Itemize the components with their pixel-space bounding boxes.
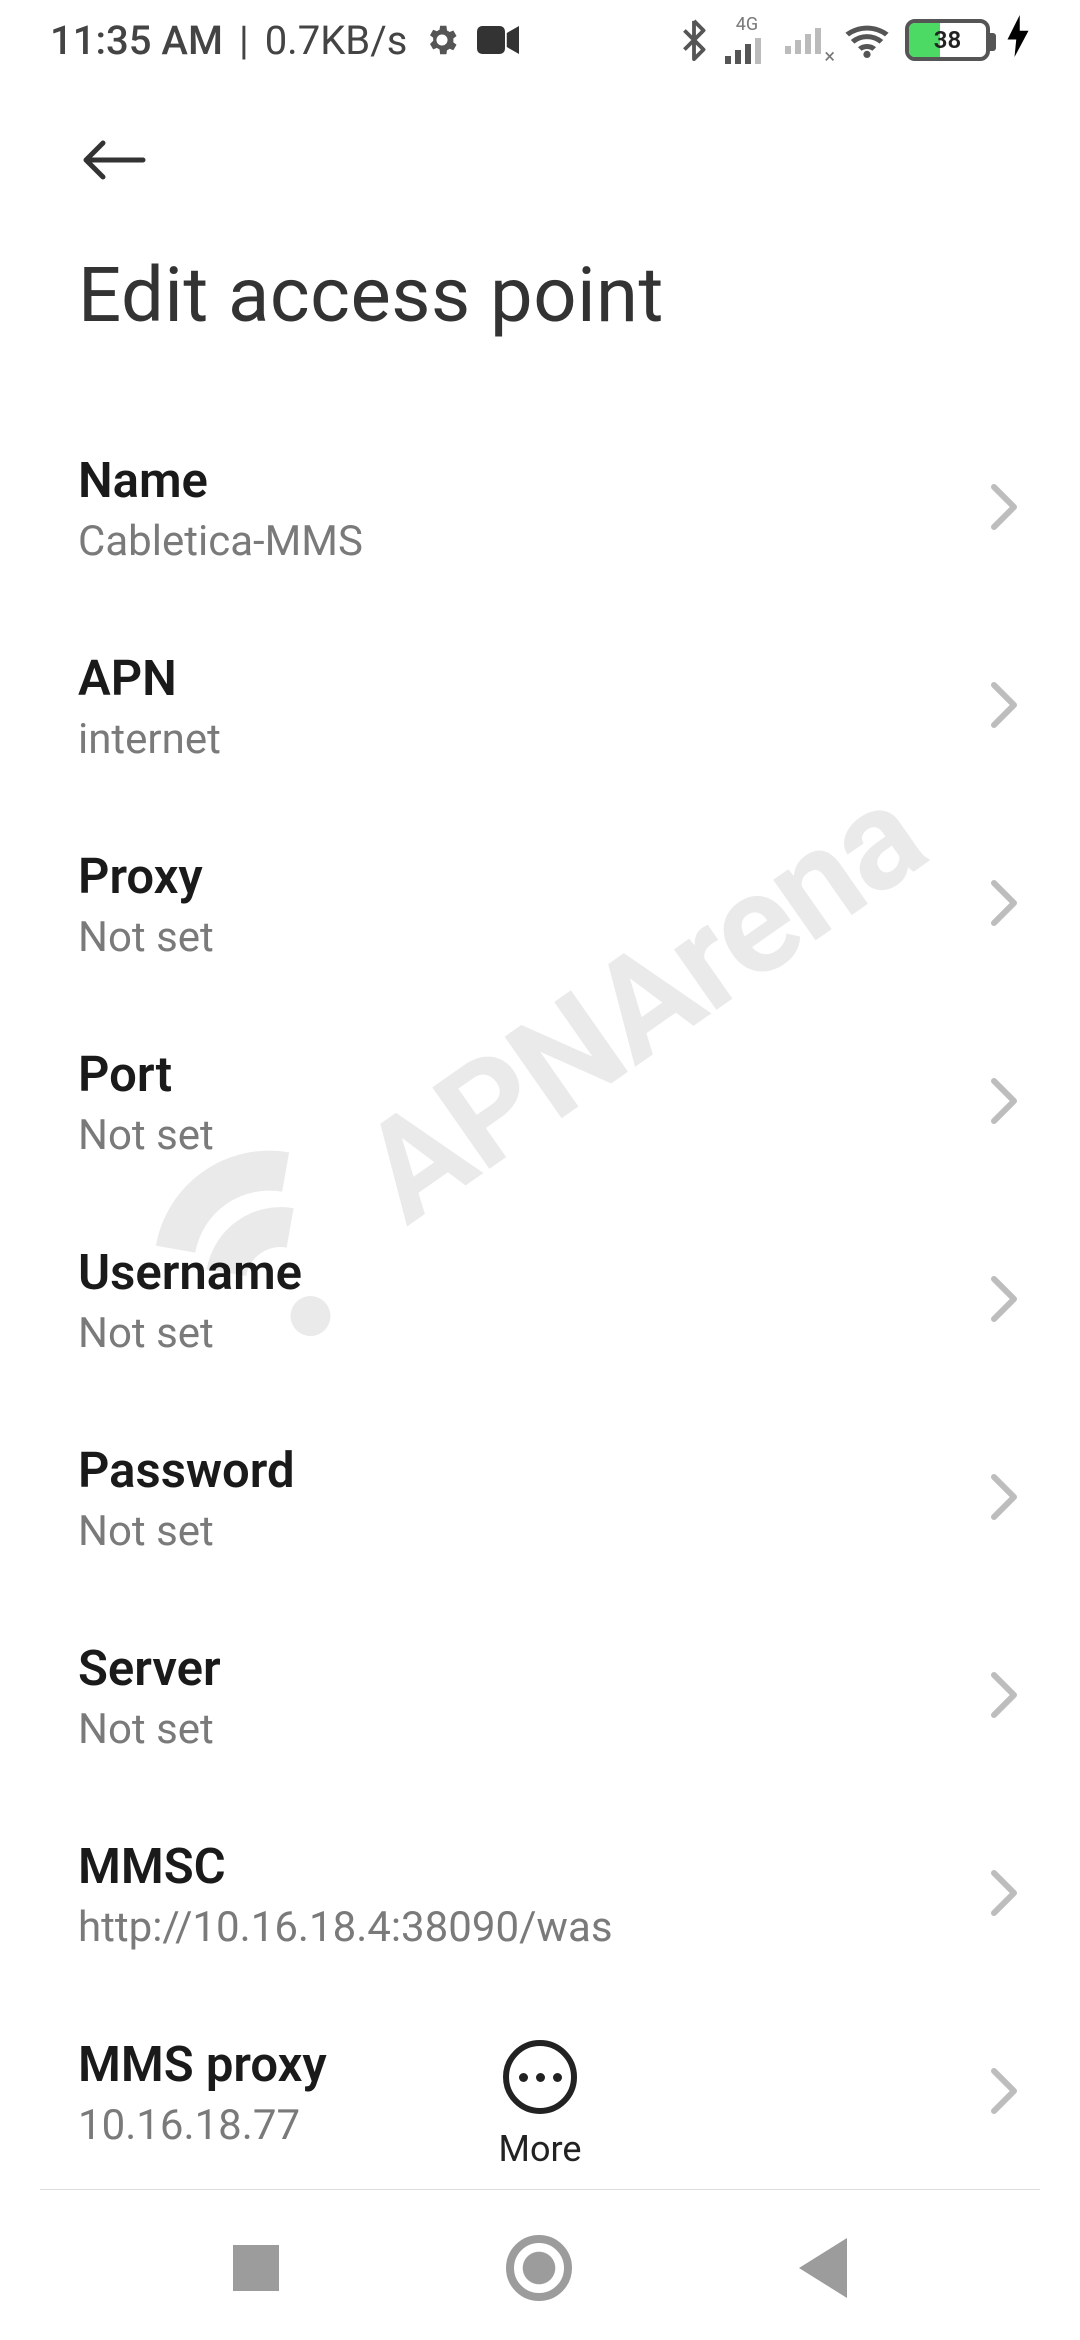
charging-icon <box>1006 15 1030 66</box>
status-bar-right: 4G × 38 <box>679 15 1030 66</box>
system-nav-bar <box>0 2195 1080 2340</box>
apn-field-label: Server <box>78 1640 221 1697</box>
camera-icon <box>477 25 519 55</box>
apn-item-apn[interactable]: APN internet <box>0 608 1080 806</box>
chevron-right-icon <box>990 1473 1018 1525</box>
apn-field-value: Not set <box>78 1309 302 1358</box>
circle-icon <box>506 2235 572 2301</box>
chevron-right-icon <box>990 1869 1018 1921</box>
apn-field-label: Port <box>78 1046 214 1103</box>
apn-field-label: MMSC <box>78 1838 613 1895</box>
gear-icon <box>423 21 461 59</box>
status-bar-left: 11:35 AM | 0.7KB/s <box>50 17 519 64</box>
apn-field-value: Not set <box>78 1705 221 1754</box>
more-label: More <box>499 2128 582 2170</box>
more-area: More <box>0 2040 1080 2170</box>
apn-item-username[interactable]: Username Not set <box>0 1202 1080 1400</box>
apn-item-name[interactable]: Name Cabletica-MMS <box>0 410 1080 608</box>
wifi-icon <box>845 22 889 58</box>
chevron-right-icon <box>990 879 1018 931</box>
battery-percent: 38 <box>909 26 986 54</box>
apn-settings-list: Name Cabletica-MMS APN internet Proxy No… <box>0 400 1080 2150</box>
apn-item-mmsc[interactable]: MMSC http://10.16.18.4:38090/was <box>0 1796 1080 1994</box>
battery-indicator: 38 <box>905 19 990 61</box>
apn-field-value: internet <box>78 715 221 764</box>
arrow-left-icon <box>78 135 148 185</box>
network-type: 4G <box>736 16 758 34</box>
apn-field-value: http://10.16.18.4:38090/was <box>78 1903 613 1952</box>
apn-field-value: Cabletica-MMS <box>78 517 363 566</box>
status-bar: 11:35 AM | 0.7KB/s 4G × <box>0 0 1080 80</box>
apn-item-proxy[interactable]: Proxy Not set <box>0 806 1080 1004</box>
signal-sim1: 4G <box>725 16 769 64</box>
app-header <box>0 80 1080 210</box>
apn-field-label: Name <box>78 452 363 509</box>
apn-field-label: Proxy <box>78 848 214 905</box>
chevron-right-icon <box>990 681 1018 733</box>
more-button[interactable] <box>503 2040 577 2114</box>
nav-recents-button[interactable] <box>233 2245 279 2291</box>
status-separator: | <box>239 17 249 64</box>
back-button[interactable] <box>78 130 158 190</box>
signal-sim2: × <box>785 17 829 64</box>
apn-field-label: Username <box>78 1244 302 1301</box>
apn-field-label: APN <box>78 650 221 707</box>
dots-icon <box>519 2073 528 2082</box>
nav-back-button[interactable] <box>799 2238 847 2298</box>
triangle-left-icon <box>799 2238 847 2298</box>
status-data-rate: 0.7KB/s <box>265 17 408 64</box>
chevron-right-icon <box>990 1671 1018 1723</box>
apn-field-value: Not set <box>78 913 214 962</box>
bluetooth-icon <box>679 19 709 61</box>
signal-bars-empty-icon <box>785 24 829 54</box>
signal-bars-icon <box>725 34 769 64</box>
bottom-separator <box>40 2189 1040 2190</box>
apn-field-label: Password <box>78 1442 295 1499</box>
apn-field-value: Not set <box>78 1507 295 1556</box>
apn-item-server[interactable]: Server Not set <box>0 1598 1080 1796</box>
chevron-right-icon <box>990 1077 1018 1129</box>
chevron-right-icon <box>990 483 1018 535</box>
apn-field-value: Not set <box>78 1111 214 1160</box>
page-title: Edit access point <box>0 210 1080 400</box>
apn-item-port[interactable]: Port Not set <box>0 1004 1080 1202</box>
apn-item-password[interactable]: Password Not set <box>0 1400 1080 1598</box>
no-sim-x-icon: × <box>824 44 835 68</box>
chevron-right-icon <box>990 1275 1018 1327</box>
status-time: 11:35 AM <box>50 17 223 64</box>
nav-home-button[interactable] <box>506 2235 572 2301</box>
square-icon <box>233 2245 279 2291</box>
